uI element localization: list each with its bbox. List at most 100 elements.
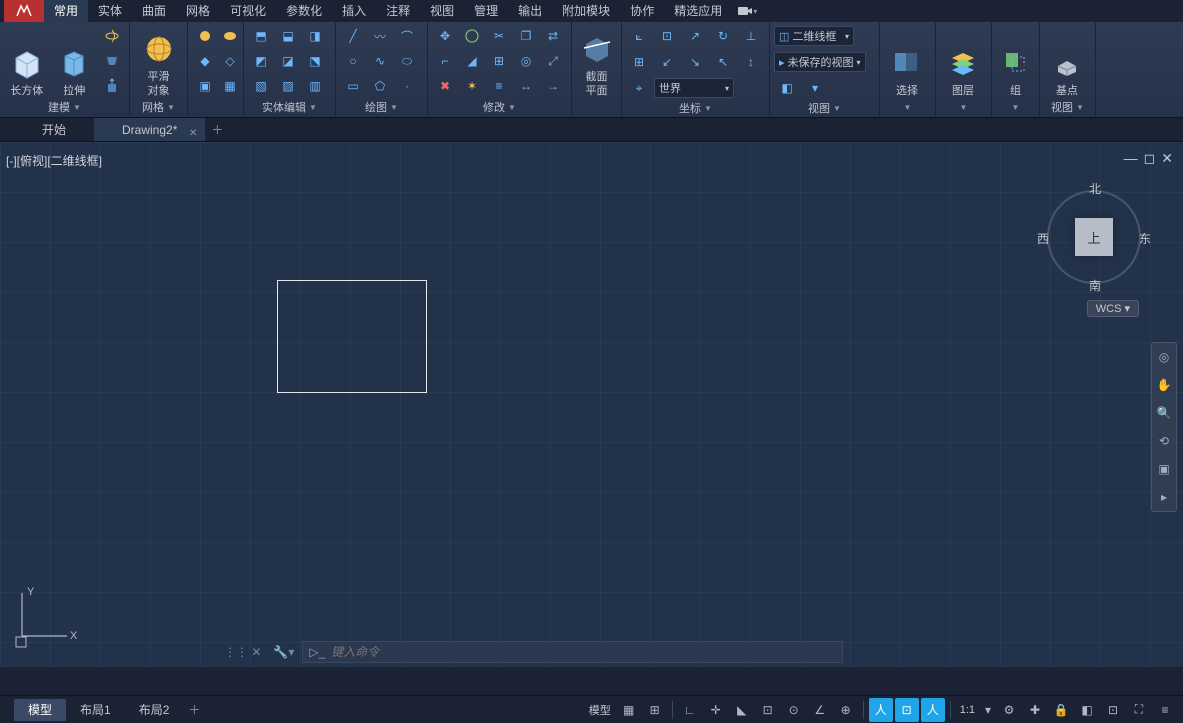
menu-tab-parametric[interactable]: 参数化 bbox=[276, 0, 332, 22]
panel-title-coords[interactable]: 坐标▼ bbox=[626, 100, 765, 118]
solidedit-5[interactable]: ◪ bbox=[275, 49, 301, 73]
scale-button[interactable]: ⤢ bbox=[540, 49, 566, 73]
menu-tab-visualize[interactable]: 可视化 bbox=[220, 0, 276, 22]
panel-title-mesh[interactable]: 网格▼ bbox=[134, 99, 183, 117]
drawing-canvas[interactable]: [-][俯视][二维线框] — ◻ ✕ 上 北 南 东 西 WCS ▾ ◎ ✋ … bbox=[0, 142, 1183, 667]
offset-button[interactable]: ◎ bbox=[513, 49, 539, 73]
status-annotation-icon[interactable]: ✚ bbox=[1023, 698, 1047, 722]
ucs-origin-button[interactable]: ⌖ bbox=[626, 76, 652, 100]
status-selection-icon[interactable]: ⊡ bbox=[895, 698, 919, 722]
menu-tab-output[interactable]: 输出 bbox=[508, 0, 552, 22]
visual-style-select[interactable]: ◫二维线框▾ bbox=[774, 26, 854, 46]
line-button[interactable]: ╱ bbox=[340, 24, 366, 48]
nav-pan-icon[interactable]: ✋ bbox=[1154, 375, 1174, 395]
panel-title-modify[interactable]: 修改▼ bbox=[432, 99, 567, 117]
menu-tab-insert[interactable]: 插入 bbox=[332, 0, 376, 22]
status-osnap-icon[interactable]: ⊡ bbox=[756, 698, 780, 722]
view-cube[interactable]: 上 北 南 东 西 bbox=[1039, 182, 1149, 292]
stretch-button[interactable]: ↔ bbox=[513, 74, 539, 98]
panel-title-solidedit[interactable]: 实体编辑▼ bbox=[248, 99, 331, 117]
tab-drawing[interactable]: Drawing2*✕ bbox=[94, 118, 205, 141]
presspull-button[interactable] bbox=[99, 74, 125, 98]
solidedit-7[interactable]: ▧ bbox=[248, 74, 274, 98]
union-button[interactable]: ⬒ bbox=[248, 24, 274, 48]
smooth-button[interactable]: 平滑 对象 bbox=[134, 24, 184, 98]
view-btn-2[interactable]: ▾ bbox=[802, 76, 828, 100]
compass-south[interactable]: 南 bbox=[1089, 277, 1101, 294]
status-iso-icon[interactable]: ◣ bbox=[730, 698, 754, 722]
menu-tab-annotate[interactable]: 注释 bbox=[376, 0, 420, 22]
status-clean-icon[interactable]: ⛶ bbox=[1127, 698, 1151, 722]
box-button[interactable]: 长方体 bbox=[4, 24, 50, 98]
mesh-btn-1[interactable] bbox=[192, 24, 218, 48]
trim-button[interactable]: ✂ bbox=[486, 24, 512, 48]
saved-view-select[interactable]: ▸未保存的视图▾ bbox=[774, 52, 866, 72]
panel-title-draw[interactable]: 绘图▼ bbox=[340, 99, 423, 117]
layout-tab-model[interactable]: 模型 bbox=[14, 699, 66, 721]
status-isolate-icon[interactable]: ◧ bbox=[1075, 698, 1099, 722]
chamfer-button[interactable]: ◢ bbox=[459, 49, 485, 73]
nav-orbit-icon[interactable]: ⟲ bbox=[1154, 431, 1174, 451]
group-button[interactable]: 组 bbox=[996, 24, 1035, 98]
command-input-wrap[interactable]: ▷_ bbox=[302, 641, 843, 663]
menu-tab-featured[interactable]: 精选应用 bbox=[664, 0, 732, 22]
base-button[interactable]: 基点 bbox=[1044, 24, 1090, 98]
ucs-btn-3[interactable]: ↗ bbox=[682, 24, 708, 48]
status-gizmo-icon[interactable]: 人 bbox=[921, 698, 945, 722]
mesh-btn-2[interactable] bbox=[217, 24, 243, 48]
ellipse-button[interactable]: ⬭ bbox=[394, 49, 420, 73]
cmd-drag-handle[interactable]: ⋮⋮ ✕ bbox=[220, 645, 265, 659]
mesh-btn-4[interactable]: ◇ bbox=[217, 49, 243, 73]
status-custom-icon[interactable]: ≡ bbox=[1153, 698, 1177, 722]
ucs-btn-6[interactable]: ⊞ bbox=[626, 50, 652, 74]
copy-button[interactable]: ❐ bbox=[513, 24, 539, 48]
mesh-btn-6[interactable]: ▦ bbox=[217, 74, 243, 98]
ucs-btn-4[interactable]: ↻ bbox=[710, 24, 736, 48]
fillet-button[interactable]: ⌐ bbox=[432, 49, 458, 73]
layout-tab-1[interactable]: 布局1 bbox=[66, 699, 125, 721]
menu-tab-solid[interactable]: 实体 bbox=[88, 0, 132, 22]
panel-title-view[interactable]: 视图▼ bbox=[774, 100, 875, 118]
solidedit-8[interactable]: ▨ bbox=[275, 74, 301, 98]
intersect-button[interactable]: ◨ bbox=[302, 24, 328, 48]
revolve-button[interactable] bbox=[99, 24, 125, 48]
erase-button[interactable]: ✖ bbox=[432, 74, 458, 98]
spline-button[interactable]: ∿ bbox=[367, 49, 393, 73]
menu-tab-view[interactable]: 视图 bbox=[420, 0, 464, 22]
add-tab-button[interactable]: ＋ bbox=[205, 118, 229, 141]
view-btn-1[interactable]: ◧ bbox=[774, 76, 800, 100]
status-3dosnap-icon[interactable]: ⊙ bbox=[782, 698, 806, 722]
wireframe-rectangle[interactable] bbox=[277, 280, 427, 393]
status-otrack-icon[interactable]: ∠ bbox=[808, 698, 832, 722]
rectangle-button[interactable]: ▭ bbox=[340, 74, 366, 98]
menu-tab-collaborate[interactable]: 协作 bbox=[620, 0, 664, 22]
ucs-btn-9[interactable]: ↖ bbox=[710, 50, 736, 74]
viewcube-top-face[interactable]: 上 bbox=[1075, 218, 1113, 256]
mirror-button[interactable]: ⇄ bbox=[540, 24, 566, 48]
align-button[interactable]: ≡ bbox=[486, 74, 512, 98]
ucs-btn-7[interactable]: ↙ bbox=[654, 50, 680, 74]
rotate3d-button[interactable] bbox=[459, 24, 485, 48]
menu-tab-addins[interactable]: 附加模块 bbox=[552, 0, 620, 22]
ucs-select[interactable]: 世界▾ bbox=[654, 78, 734, 98]
solidedit-9[interactable]: ▥ bbox=[302, 74, 328, 98]
point-button[interactable]: · bbox=[394, 74, 420, 98]
panel-title-baseview[interactable]: 视图▼ bbox=[1044, 99, 1091, 117]
solidedit-6[interactable]: ⬔ bbox=[302, 49, 328, 73]
status-gear-icon[interactable]: ⚙ bbox=[997, 698, 1021, 722]
compass-north[interactable]: 北 bbox=[1089, 180, 1101, 197]
status-hw-icon[interactable]: ⊡ bbox=[1101, 698, 1125, 722]
section-plane-button[interactable]: 截面 平面 bbox=[576, 24, 617, 98]
nav-showmotion-icon[interactable]: ▣ bbox=[1154, 459, 1174, 479]
cmd-recent-icon[interactable]: 🔧▾ bbox=[269, 645, 298, 659]
menu-camera-icon[interactable]: ▾ bbox=[732, 0, 762, 22]
compass-east[interactable]: 东 bbox=[1139, 230, 1151, 247]
nav-zoom-icon[interactable]: 🔍 bbox=[1154, 403, 1174, 423]
polygon-button[interactable]: ⬠ bbox=[367, 74, 393, 98]
nav-wheel-icon[interactable]: ◎ bbox=[1154, 347, 1174, 367]
status-model-button[interactable]: 模型 bbox=[585, 702, 615, 718]
circle-button[interactable]: ○ bbox=[340, 49, 366, 73]
panel-title-modeling[interactable]: 建模▼ bbox=[4, 99, 125, 117]
status-scale-dropdown-icon[interactable]: ▾ bbox=[981, 698, 995, 722]
status-polar-icon[interactable]: ✛ bbox=[704, 698, 728, 722]
